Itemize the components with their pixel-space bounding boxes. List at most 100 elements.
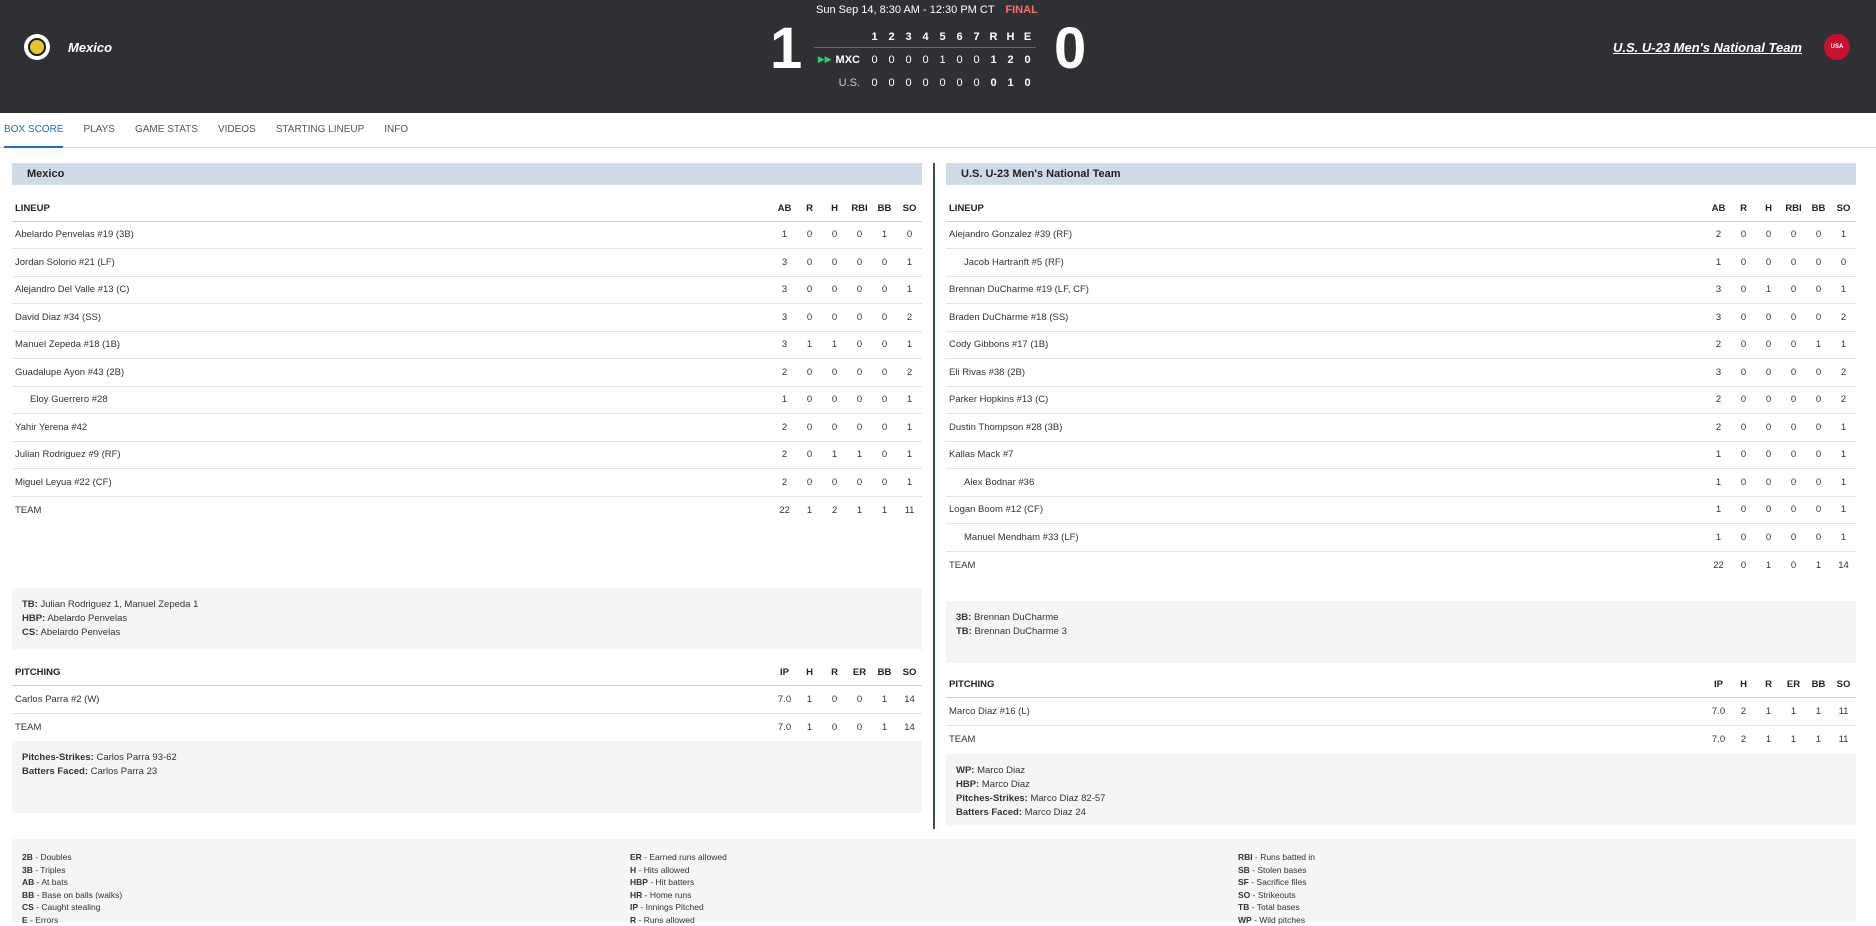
legend-item: WP - Wild pitches [1238, 914, 1846, 926]
stat-cell: 1 [897, 331, 922, 359]
player-name[interactable]: Cody Gibbons #17 (1B) [946, 331, 1706, 359]
away-team[interactable]: Mexico [24, 34, 112, 60]
stat-cell: 0 [1806, 359, 1831, 387]
home-team-name[interactable]: U.S. U-23 Men's National Team [1613, 40, 1802, 55]
player-name[interactable]: Alejandro Gonzalez #39 (RF) [946, 221, 1706, 249]
note-key: TB: [956, 626, 972, 637]
stat-cell: 3 [772, 331, 797, 359]
stat-cell: 22 [1706, 551, 1731, 579]
stat-cell: 0 [1756, 524, 1781, 552]
stat-cell: 0 [1806, 414, 1831, 442]
stat-cell: 0 [847, 414, 872, 442]
player-name[interactable]: Alejandro Del Valle #13 (C) [12, 276, 772, 304]
player-name[interactable]: Jacob Hartranft #5 (RF) [946, 249, 1706, 277]
legend-item: 3B - Triples [22, 864, 630, 877]
stat-cell: 0 [1781, 414, 1806, 442]
stat-cell: 0 [797, 469, 822, 497]
player-name[interactable]: Parker Hopkins #13 (C) [946, 386, 1706, 414]
table-row: Alex Bodnar #36100001 [946, 469, 1856, 497]
stat-cell: 3 [772, 304, 797, 332]
player-name[interactable]: Miguel Leyua #22 (CF) [12, 469, 772, 497]
legend-desc: - Strikeouts [1250, 890, 1295, 900]
player-name[interactable]: Yahir Yerena #42 [12, 414, 772, 442]
note-key: CS: [22, 627, 38, 638]
legend-item: TB - Total bases [1238, 901, 1846, 914]
stat-cell: 1 [797, 713, 822, 741]
stat-cell: 0 [872, 469, 897, 497]
stat-cell: 0 [822, 713, 847, 741]
pitcher-name[interactable]: Carlos Parra #2 (W) [12, 685, 772, 713]
tab-videos[interactable]: VIDEOS [218, 113, 256, 148]
stat-cell: 0 [1756, 331, 1781, 359]
stat-cell: 0 [797, 221, 822, 249]
player-name[interactable]: Alex Bodnar #36 [946, 469, 1706, 497]
stat-cell: 1 [1806, 551, 1831, 579]
linescore-inning-label: 1 [866, 31, 883, 43]
stat-cell: 0 [847, 685, 872, 713]
home-box-score: U.S. U-23 Men's National Team LINEUP AB … [946, 163, 1856, 826]
stat-cell: 1 [1831, 331, 1856, 359]
linescore-total: 2 [1002, 54, 1019, 66]
stat-cell: 0 [847, 249, 872, 277]
stat-cell: 0 [1781, 221, 1806, 249]
legend-abbr: HBP [630, 877, 648, 887]
player-name[interactable]: Jordan Solorio #21 (LF) [12, 249, 772, 277]
player-name[interactable]: Abelardo Penvelas #19 (3B) [12, 221, 772, 249]
player-name[interactable]: Julian Rodriguez #9 (RF) [12, 441, 772, 469]
stat-cell: 0 [1781, 441, 1806, 469]
stat-cell: 1 [1706, 524, 1731, 552]
linescore-total: 1 [1002, 77, 1019, 89]
player-name[interactable]: Manuel Mendham #33 (LF) [946, 524, 1706, 552]
player-name[interactable]: Manuel Zepeda #18 (1B) [12, 331, 772, 359]
pitcher-name[interactable]: Marco Diaz #16 (L) [946, 698, 1706, 726]
column-header: BB [1806, 673, 1831, 698]
linescore: 1 2 3 4 5 6 7 R H E ▶▶MXC 0 0 0 0 1 0 0 … [814, 26, 1036, 94]
player-name[interactable]: Braden DuCharme #18 (SS) [946, 304, 1706, 332]
player-name[interactable]: Eloy Guerrero #28 [12, 386, 772, 414]
table-row: Yahir Yerena #42200001 [12, 414, 922, 442]
player-name[interactable]: Eli Rivas #38 (2B) [946, 359, 1706, 387]
away-team-name[interactable]: Mexico [68, 40, 112, 55]
home-team[interactable]: U.S. U-23 Men's National Team USA [1613, 34, 1850, 60]
stat-cell: 0 [822, 685, 847, 713]
pitching-notes: Pitches-Strikes: Carlos Parra 93-62Batte… [12, 741, 922, 813]
player-name[interactable]: Dustin Thompson #28 (3B) [946, 414, 1706, 442]
linescore-cell: 0 [917, 54, 934, 66]
legend-item: H - Hits allowed [630, 864, 1238, 877]
tab-plays[interactable]: PLAYS [83, 113, 115, 148]
legend-desc: - Runs batted in [1253, 852, 1315, 862]
stat-cell: 14 [897, 713, 922, 741]
lineup-table: LINEUP AB R H RBI BB SO Abelardo Penvela… [12, 196, 922, 524]
stat-cell: 1 [897, 469, 922, 497]
stat-cell: 0 [797, 249, 822, 277]
stat-cell: 0 [872, 441, 897, 469]
stat-cell: 1 [872, 496, 897, 524]
legend-abbr: 2B [22, 852, 33, 862]
stat-cell: 1 [872, 713, 897, 741]
player-name[interactable]: Guadalupe Ayon #43 (2B) [12, 359, 772, 387]
column-header: R [822, 660, 847, 685]
stat-cell: 1 [872, 685, 897, 713]
column-header: R [1731, 196, 1756, 221]
stat-cell: 0 [797, 441, 822, 469]
player-name[interactable]: Logan Boom #12 (CF) [946, 496, 1706, 524]
column-header: SO [1831, 196, 1856, 221]
column-header: H [822, 196, 847, 221]
tab-game-stats[interactable]: GAME STATS [135, 113, 198, 148]
table-row: Carlos Parra #2 (W)7.0100114 [12, 685, 922, 713]
legend-abbr: SB [1238, 865, 1250, 875]
player-name[interactable]: Brennan DuCharme #19 (LF, CF) [946, 276, 1706, 304]
stat-cell: 1 [872, 221, 897, 249]
stat-cell: 22 [772, 496, 797, 524]
player-name[interactable]: Kallas Mack #7 [946, 441, 1706, 469]
table-header-row: PITCHING IP H R ER BB SO [946, 673, 1856, 698]
stat-cell: 0 [1756, 304, 1781, 332]
stat-cell: 0 [1781, 304, 1806, 332]
player-name[interactable]: David Diaz #34 (SS) [12, 304, 772, 332]
tab-starting-lineup[interactable]: STARTING LINEUP [276, 113, 365, 148]
tab-box-score[interactable]: BOX SCORE [4, 113, 63, 148]
legend-item: IP - Innings Pitched [630, 901, 1238, 914]
stat-cell: 1 [897, 276, 922, 304]
stat-cell: 2 [897, 359, 922, 387]
tab-info[interactable]: INFO [384, 113, 408, 148]
